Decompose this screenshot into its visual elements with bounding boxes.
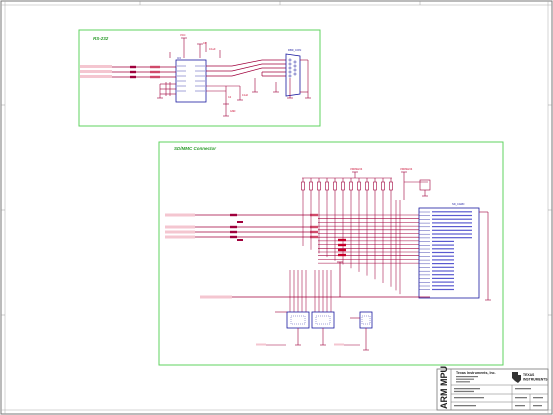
svg-text:0.1uF: 0.1uF — [209, 47, 216, 51]
pullup-resistor — [381, 181, 385, 191]
sd-pin-label — [432, 270, 454, 272]
net-label — [165, 230, 195, 234]
db9-connector: DB9_CON — [285, 48, 311, 99]
pullup-resistor — [365, 181, 369, 191]
buffer-ic-1 — [286, 311, 310, 329]
pullup-resistor — [309, 181, 313, 191]
pullup-resistor — [389, 181, 393, 191]
net-label — [165, 225, 195, 229]
sd-pin-label — [432, 248, 454, 250]
pullup-resistor — [357, 181, 361, 191]
db9-label: DB9_CON — [288, 48, 301, 52]
net-label — [165, 235, 195, 239]
sd-pin-label — [432, 255, 454, 257]
svg-text:GND: GND — [230, 110, 236, 113]
sd-pin-label — [432, 237, 472, 239]
sd-pin-label — [432, 229, 472, 231]
sd-card-label: SD_CARD — [452, 202, 465, 206]
svg-text:0.1uF: 0.1uF — [242, 94, 249, 97]
net-label — [165, 213, 195, 217]
title-block-vertical-text: ARM MPU — [439, 366, 449, 409]
svg-text:C3: C3 — [203, 41, 207, 45]
sd-pin-label — [432, 211, 472, 213]
pullup-resistor — [301, 181, 305, 191]
series-resistor — [230, 225, 237, 229]
sd-pin-label — [432, 277, 454, 279]
sd-pin-label — [432, 274, 454, 276]
sheet-frame — [0, 0, 553, 415]
pullup-resistors — [301, 178, 393, 200]
sd-pin-label — [432, 222, 472, 224]
pullup-resistor — [349, 181, 353, 191]
schematic-sheet: RS-232 VCCC30.1uF U3 C40.1uFGND DB9_CON … — [0, 0, 553, 415]
sd-pin-label — [432, 266, 454, 268]
series-resistor — [230, 213, 237, 217]
sd-pin-label — [432, 263, 454, 265]
sd-input-nets — [165, 213, 318, 241]
title-block-company: Texas Instruments, Inc. — [456, 371, 496, 375]
pullup-resistor — [341, 181, 345, 191]
sdmmc-section: SD/MMC Connector VDDSHV4 VDDSHV4 SD_CARD — [158, 141, 504, 366]
sd-pin-label — [432, 226, 472, 228]
sd-pin-label — [432, 259, 454, 261]
title-block: ARM MPU Texas Instruments, Inc. TEXAS IN… — [436, 366, 549, 411]
buffer-ic-3 — [359, 311, 373, 329]
ti-logo-line1: TEXAS — [523, 373, 535, 377]
pullup-resistor — [333, 181, 337, 191]
sd-pin-label — [432, 251, 454, 254]
sd-pin-label — [432, 281, 454, 283]
sd-pin-label — [432, 244, 454, 246]
ti-logo-line2: INSTRUMENTS — [523, 378, 548, 382]
sd-pin-label — [432, 218, 472, 220]
sd-pin-label — [432, 233, 472, 235]
sd-pin-label — [432, 240, 454, 242]
rs232-section: RS-232 VCCC30.1uF U3 C40.1uFGND DB9_CON — [78, 29, 321, 127]
sd-pin-label — [432, 288, 454, 291]
pullup-resistor — [373, 181, 377, 191]
buffer-ic-2 — [311, 311, 335, 329]
sd-card-pins — [419, 211, 491, 301]
vdd-label-1: VDDSHV4 — [350, 167, 363, 171]
pullup-resistor — [325, 181, 329, 191]
pullup-resistor — [317, 181, 321, 191]
rs232-section-title: RS-232 — [93, 36, 109, 41]
rs232-ic-label: U3 — [177, 56, 181, 60]
svg-text:VCC: VCC — [180, 33, 186, 37]
svg-text:C4: C4 — [228, 96, 232, 99]
sd-pin-label — [432, 214, 472, 217]
sdmmc-section-title: SD/MMC Connector — [174, 146, 216, 151]
series-resistor — [230, 230, 237, 234]
sd-pin-label — [432, 285, 454, 287]
series-resistor — [230, 235, 237, 239]
vdd-label-2: VDDSHV4 — [400, 167, 413, 171]
sd-routing-bus — [289, 200, 419, 312]
